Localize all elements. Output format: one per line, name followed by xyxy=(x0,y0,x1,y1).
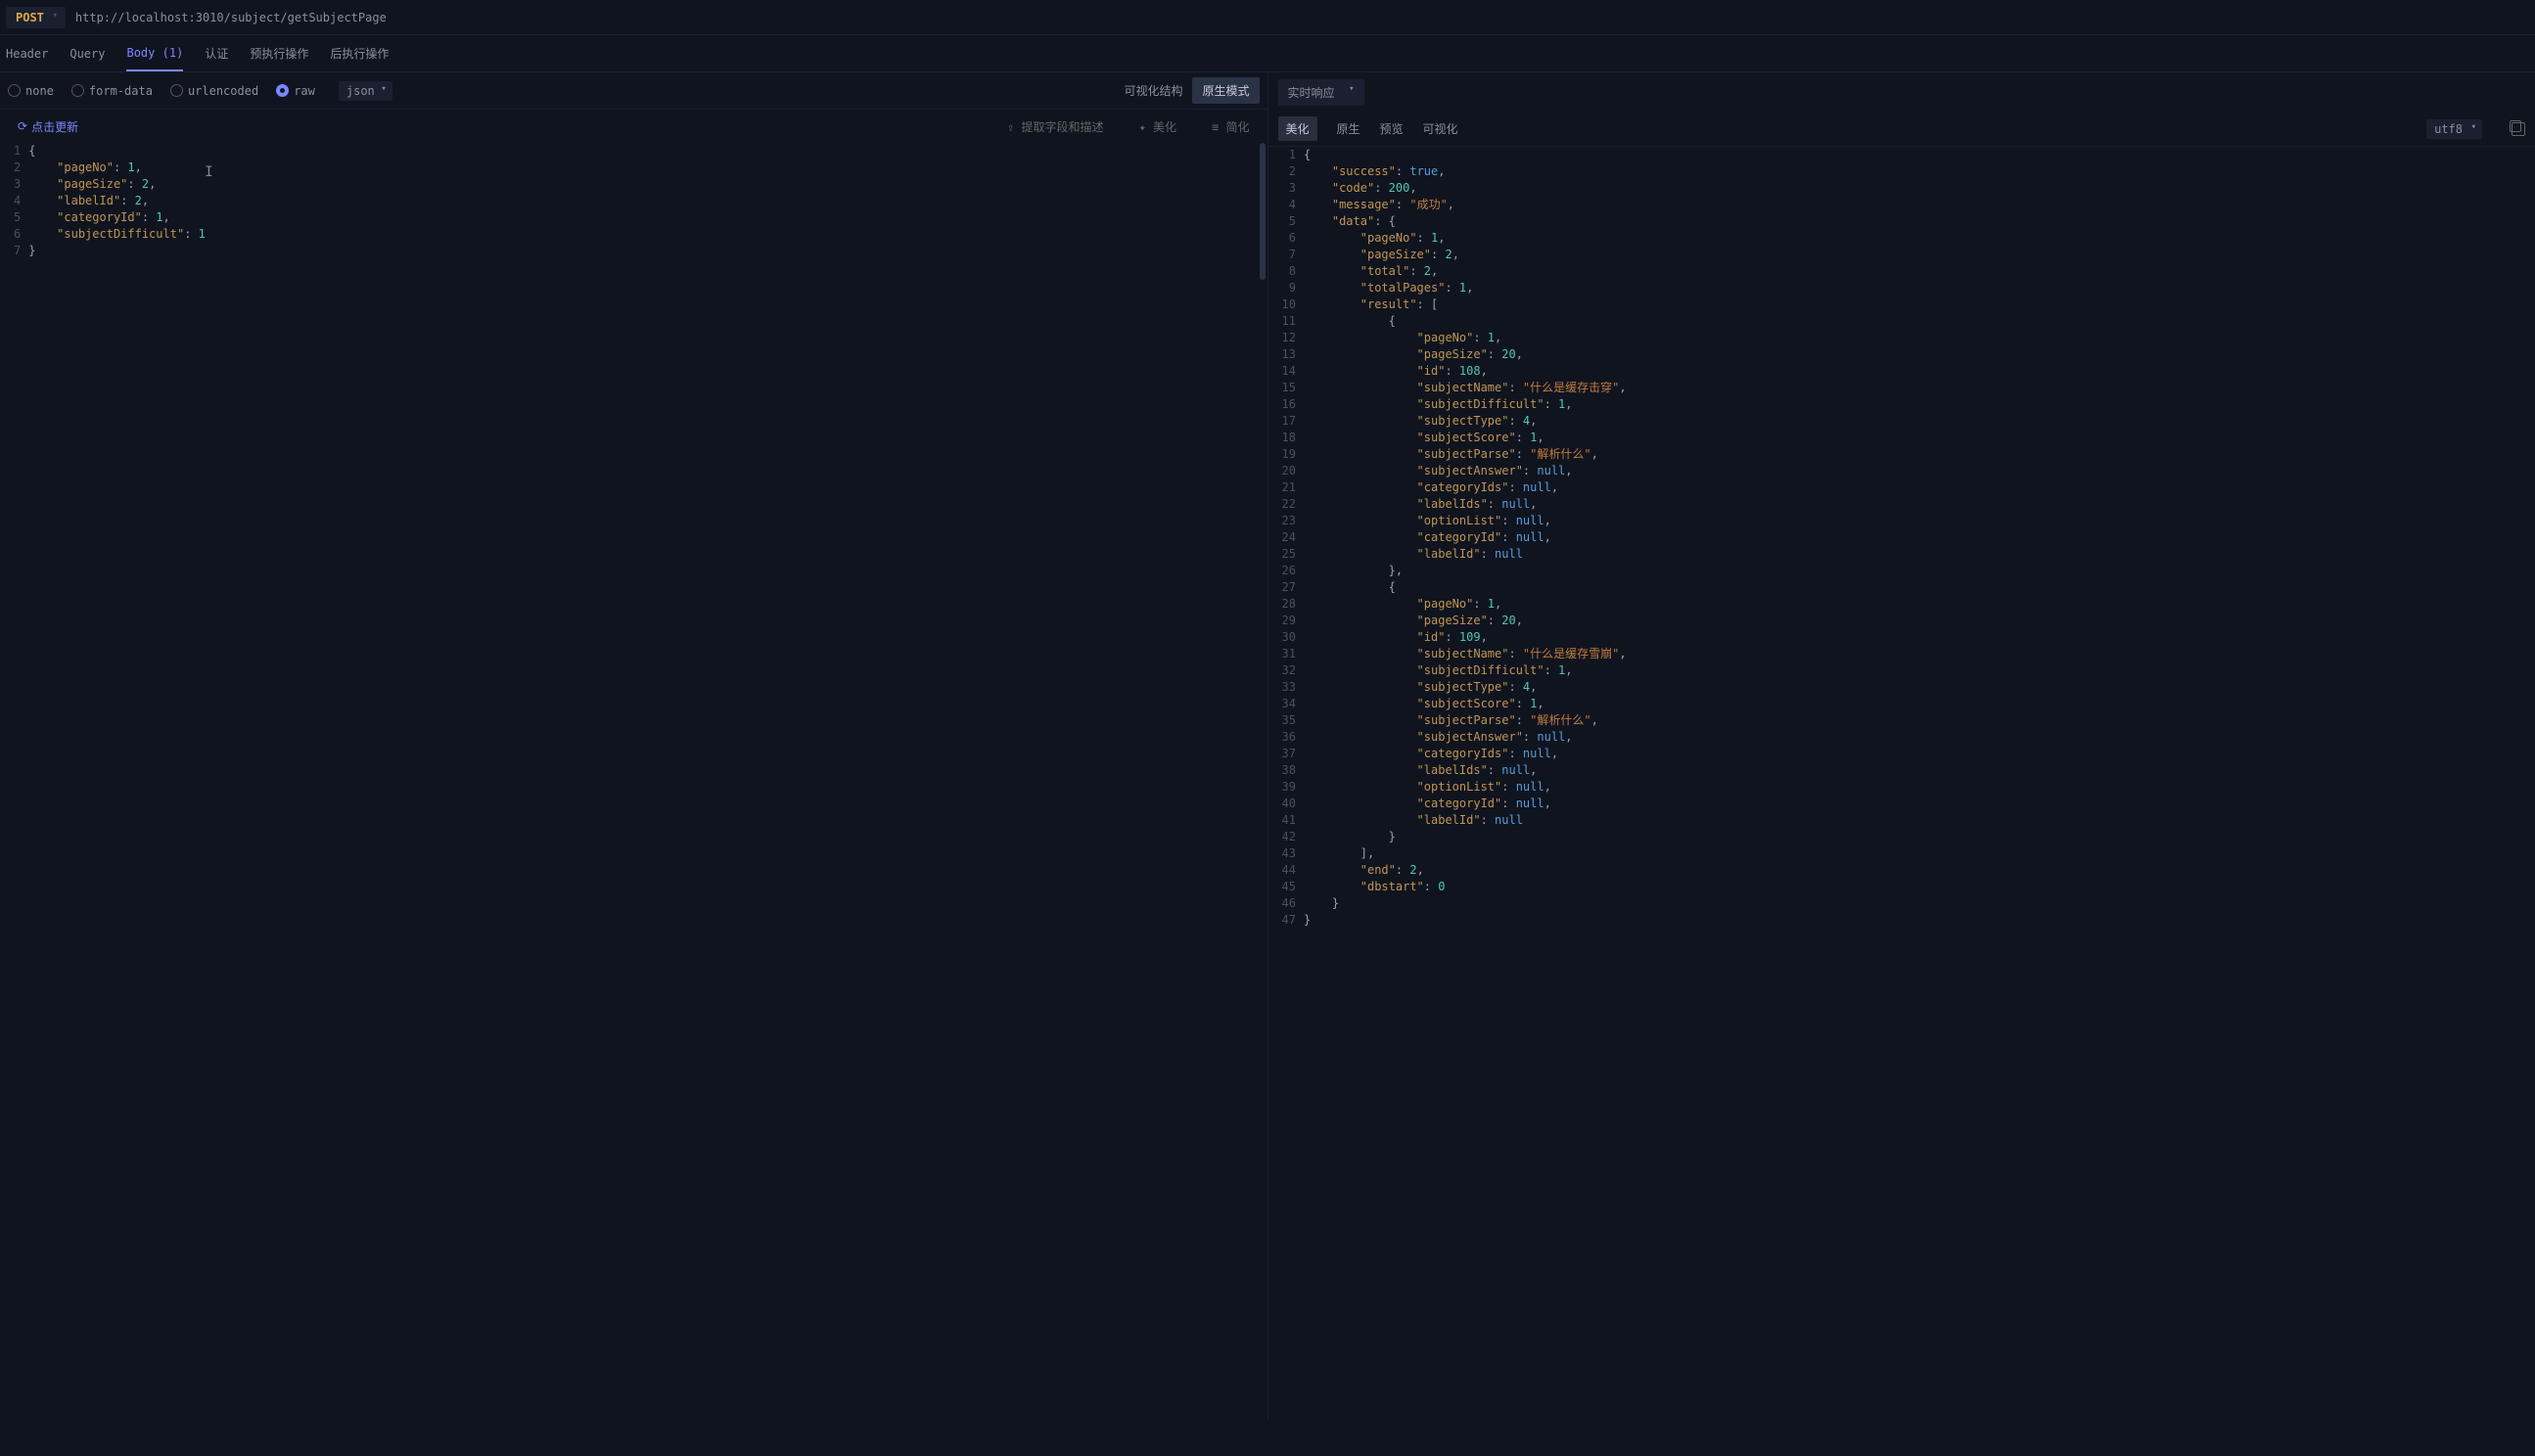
resp-tab-preview[interactable]: 预览 xyxy=(1380,113,1404,145)
resp-tab-beautify[interactable]: 美化 xyxy=(1278,116,1317,141)
code-area: { "success": true, "code": 200, "message… xyxy=(1304,147,2535,1419)
response-body-viewer[interactable]: 1234567891011121314151617181920212223242… xyxy=(1268,147,2535,1419)
code-area[interactable]: { "pageNo": 1, "pageSize": 2, "labelId":… xyxy=(28,143,1267,1419)
bodytype-none[interactable]: none xyxy=(8,84,54,98)
tab-body[interactable]: Body (1) xyxy=(126,36,183,71)
response-tabs: 美化 原生 预览 可视化 utf8 xyxy=(1268,112,2535,147)
request-tabs: Header Query Body (1) 认证 预执行操作 后执行操作 xyxy=(0,35,2535,72)
response-mode-select[interactable]: 实时响应 xyxy=(1278,79,1364,106)
bodytype-raw[interactable]: raw xyxy=(276,84,315,98)
tab-postrequest[interactable]: 后执行操作 xyxy=(330,35,389,71)
view-visual[interactable]: 可视化结构 xyxy=(1114,77,1192,104)
scrollbar[interactable] xyxy=(1260,143,1266,280)
request-actions: ⟳ 点击更新 ⇪ 提取字段和描述 ✦ 美化 ≡ 简化 xyxy=(0,110,1268,143)
copy-icon[interactable] xyxy=(2512,122,2525,136)
raw-format-select[interactable]: json xyxy=(339,81,392,101)
request-pane: none form-data urlencoded raw json 可视化结构… xyxy=(0,72,1268,1419)
request-body-editor[interactable]: 1234567 { "pageNo": 1, "pageSize": 2, "l… xyxy=(0,143,1268,1419)
response-pane: 实时响应 美化 原生 预览 可视化 utf8 12345678910111213… xyxy=(1268,72,2535,1419)
refresh-link[interactable]: ⟳ 点击更新 xyxy=(18,118,78,135)
tab-query[interactable]: Query xyxy=(69,37,105,70)
line-gutter: 1234567891011121314151617181920212223242… xyxy=(1268,147,1304,1419)
bodytype-formdata[interactable]: form-data xyxy=(71,84,153,98)
body-type-bar: none form-data urlencoded raw json 可视化结构… xyxy=(0,72,1268,110)
view-raw[interactable]: 原生模式 xyxy=(1192,77,1259,104)
line-gutter: 1234567 xyxy=(0,143,28,1419)
http-method-select[interactable]: POST xyxy=(6,7,66,28)
encoding-select[interactable]: utf8 xyxy=(2426,119,2482,139)
request-bar: POST xyxy=(0,0,2535,35)
text-cursor-icon: I xyxy=(205,164,212,181)
tab-auth[interactable]: 认证 xyxy=(205,35,228,71)
simplify-link[interactable]: ≡ 简化 xyxy=(1212,118,1249,135)
bodytype-urlencoded[interactable]: urlencoded xyxy=(170,84,258,98)
beautify-link[interactable]: ✦ 美化 xyxy=(1139,118,1176,135)
tab-header[interactable]: Header xyxy=(6,37,48,70)
resp-tab-visual[interactable]: 可视化 xyxy=(1423,113,1458,145)
url-input[interactable] xyxy=(66,11,2529,24)
tab-prerequest[interactable]: 预执行操作 xyxy=(250,35,308,71)
extract-link[interactable]: ⇪ 提取字段和描述 xyxy=(1007,118,1103,135)
resp-tab-raw[interactable]: 原生 xyxy=(1337,113,1360,145)
